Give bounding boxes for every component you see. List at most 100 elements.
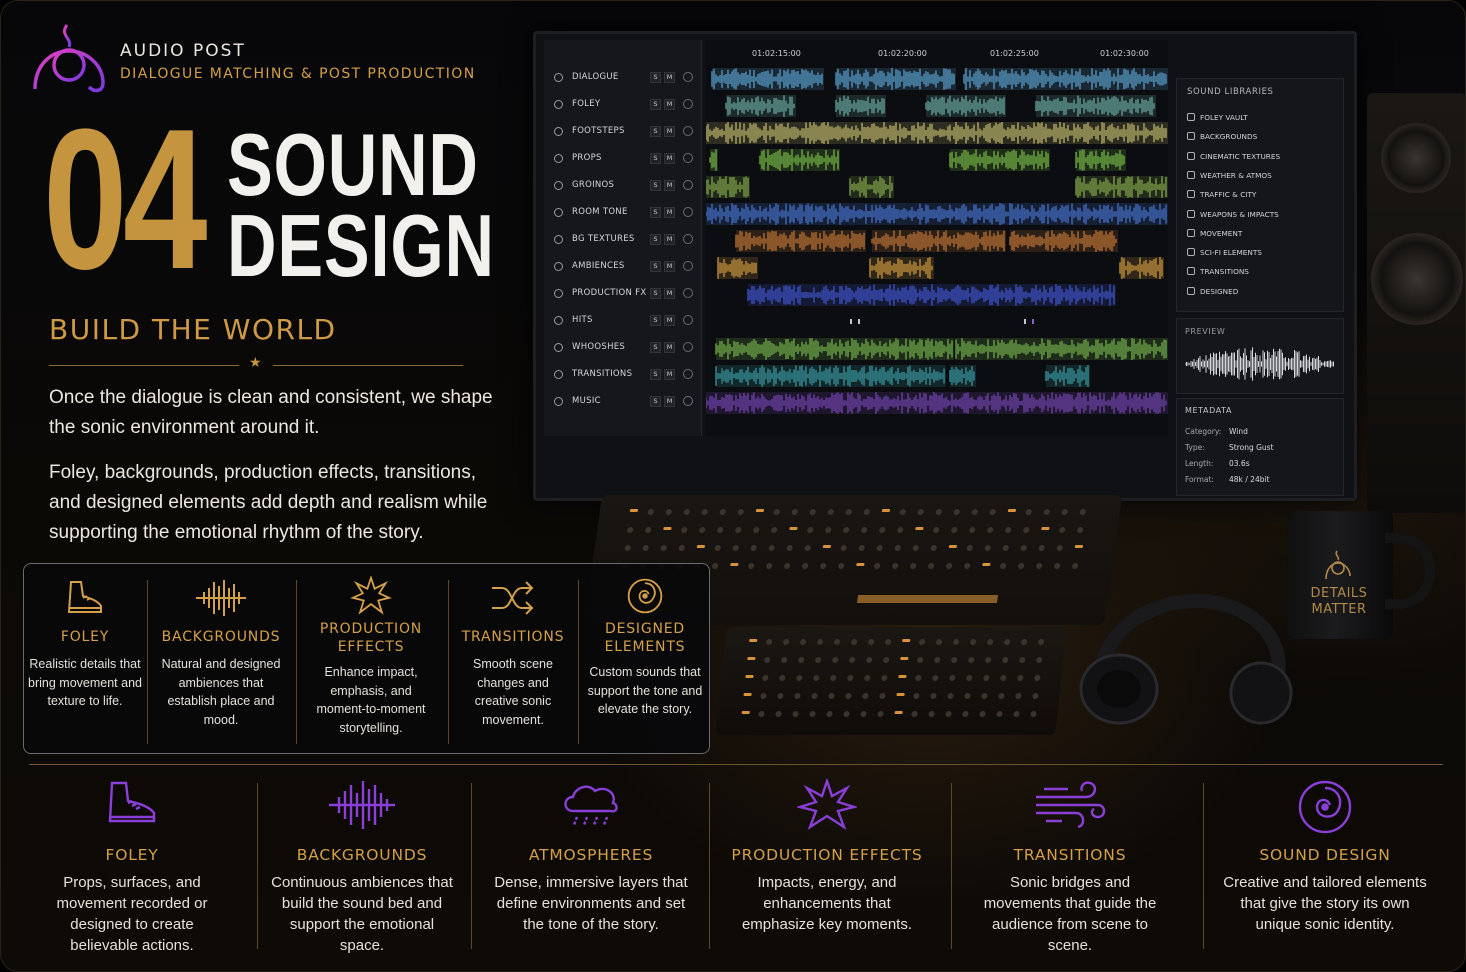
console-knob[interactable] (1013, 711, 1020, 717)
console-knob[interactable] (1015, 693, 1022, 699)
console-knob[interactable] (884, 639, 892, 645)
console-knob[interactable] (816, 639, 824, 645)
record-arm-button[interactable] (683, 288, 693, 298)
track-row[interactable]: AMBIENCES S M (544, 255, 702, 281)
solo-button[interactable]: S (650, 342, 661, 353)
console-knob[interactable] (953, 509, 961, 515)
console-knob[interactable] (896, 527, 904, 533)
console-knob[interactable] (927, 563, 935, 569)
console-knob[interactable] (809, 711, 816, 717)
solo-button[interactable]: S (650, 126, 661, 137)
console-knob[interactable] (737, 509, 745, 515)
console-knob[interactable] (734, 527, 742, 533)
console-knob[interactable] (828, 693, 835, 699)
console-knob[interactable] (989, 509, 997, 515)
track-row[interactable]: BG TEXTURES S M (544, 228, 702, 254)
console-knob[interactable] (826, 711, 833, 717)
audio-clip[interactable] (706, 122, 1168, 144)
console-knob[interactable] (1076, 527, 1084, 533)
console-knob[interactable] (811, 693, 818, 699)
console-knob[interactable] (1071, 563, 1079, 569)
console-knob[interactable] (916, 657, 924, 663)
console-knob[interactable] (830, 675, 837, 681)
console-knob[interactable] (843, 711, 850, 717)
console-knob[interactable] (837, 563, 845, 569)
console-knob[interactable] (950, 527, 958, 533)
console-knob[interactable] (964, 693, 971, 699)
console-knob[interactable] (913, 693, 920, 699)
record-arm-button[interactable] (683, 342, 693, 352)
console-knob[interactable] (911, 711, 918, 717)
console-knob[interactable] (917, 509, 925, 515)
track-row[interactable]: PROPS S M (544, 147, 702, 173)
console-knob[interactable] (1043, 509, 1051, 515)
library-item[interactable]: DESIGNED (1187, 286, 1238, 296)
console-knob[interactable] (680, 527, 688, 533)
console-knob[interactable] (979, 711, 986, 717)
console-knob[interactable] (863, 509, 871, 515)
console-knob[interactable] (909, 563, 917, 569)
console-knob[interactable] (763, 657, 771, 663)
track-row[interactable]: MUSIC S M (544, 390, 702, 416)
console-knob[interactable] (1032, 693, 1039, 699)
track-row[interactable]: FOLEY S M (544, 93, 702, 119)
console-knob[interactable] (797, 657, 805, 663)
track-row[interactable]: FOOTSTEPS S M (544, 120, 702, 146)
console-knob[interactable] (984, 657, 992, 663)
solo-button[interactable]: S (650, 369, 661, 380)
console-knob[interactable] (1017, 563, 1025, 569)
console-knob[interactable] (1037, 639, 1045, 645)
console-knob[interactable] (732, 545, 740, 551)
console-knob[interactable] (877, 711, 884, 717)
library-item[interactable]: CINEMATIC TEXTURES (1187, 151, 1280, 161)
console-knob[interactable] (794, 693, 801, 699)
library-item[interactable]: SCI-FI ELEMENTS (1187, 248, 1262, 257)
record-arm-button[interactable] (683, 207, 693, 217)
solo-button[interactable]: S (650, 261, 661, 272)
audio-clip[interactable] (706, 203, 1168, 225)
console-knob[interactable] (930, 545, 938, 551)
console-knob[interactable] (819, 563, 827, 569)
console-knob[interactable] (1000, 675, 1007, 681)
track-row[interactable]: GROINOS S M (544, 174, 702, 200)
console-knob[interactable] (981, 693, 988, 699)
console-knob[interactable] (984, 545, 992, 551)
console-knob[interactable] (768, 545, 776, 551)
library-item[interactable]: TRAFFIC & CITY (1187, 190, 1256, 199)
console-knob[interactable] (1020, 639, 1028, 645)
console-knob[interactable] (848, 657, 856, 663)
console-knob[interactable] (775, 711, 782, 717)
console-knob[interactable] (773, 509, 781, 515)
console-knob[interactable] (860, 711, 867, 717)
console-knob[interactable] (930, 693, 937, 699)
console-knob[interactable] (949, 675, 956, 681)
console-knob[interactable] (1002, 545, 1010, 551)
console-knob[interactable] (986, 639, 994, 645)
console-knob[interactable] (1061, 509, 1069, 515)
console-knob[interactable] (891, 563, 899, 569)
mute-button[interactable]: M (664, 207, 675, 218)
solo-button[interactable]: S (650, 396, 661, 407)
console-knob[interactable] (770, 527, 778, 533)
track-row[interactable]: PRODUCTION FX S M (544, 282, 702, 308)
console-knob[interactable] (786, 545, 794, 551)
record-arm-button[interactable] (683, 153, 693, 163)
console-knob[interactable] (1004, 527, 1012, 533)
console-knob[interactable] (935, 639, 943, 645)
console-knob[interactable] (945, 563, 953, 569)
console-knob[interactable] (804, 545, 812, 551)
console-knob[interactable] (865, 657, 873, 663)
console-knob[interactable] (1035, 563, 1043, 569)
console-knob[interactable] (814, 657, 822, 663)
track-row[interactable]: WHOOSHES S M (544, 336, 702, 362)
solo-button[interactable]: S (650, 99, 661, 110)
console-knob[interactable] (1017, 675, 1024, 681)
console-knob[interactable] (701, 509, 709, 515)
console-knob[interactable] (1001, 657, 1009, 663)
console-knob[interactable] (833, 639, 841, 645)
console-knob[interactable] (824, 527, 832, 533)
console-knob[interactable] (683, 509, 691, 515)
console-knob[interactable] (714, 545, 722, 551)
console-knob[interactable] (894, 545, 902, 551)
console-knob[interactable] (969, 639, 977, 645)
